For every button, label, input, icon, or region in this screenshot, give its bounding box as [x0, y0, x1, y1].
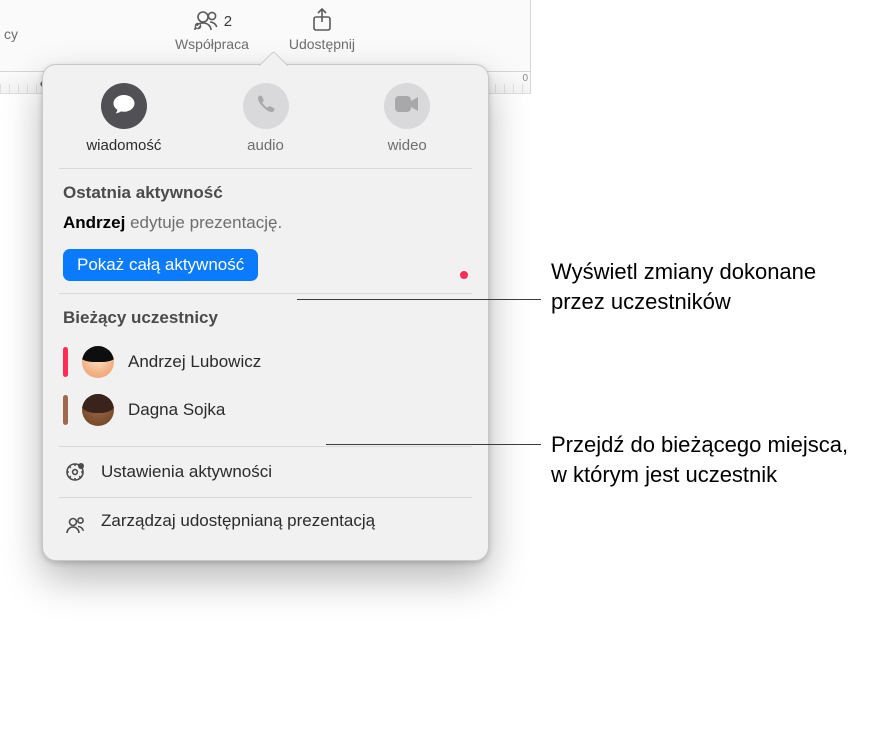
action-audio-label: audio — [247, 137, 284, 154]
activity-avatar[interactable] — [440, 251, 468, 279]
toolbar-collab-label: Współpraca — [175, 36, 249, 52]
menu-activity-settings[interactable]: Ustawienia aktywności — [43, 447, 488, 497]
manage-share-icon — [63, 513, 87, 537]
toolbar-share-label: Udostępnij — [289, 36, 355, 52]
callout-connector — [297, 299, 541, 300]
avatar — [82, 394, 114, 426]
action-message[interactable]: wiadomość — [57, 83, 191, 154]
activity-rest: edytuje prezentację. — [125, 213, 282, 232]
message-icon — [112, 93, 136, 119]
participant-row[interactable]: Andrzej Lubowicz — [63, 338, 468, 386]
avatar — [82, 346, 114, 378]
callout-go-to-participant: Przejdź do bieżącego miejsca, w którym j… — [551, 430, 851, 489]
action-message-label: wiadomość — [86, 137, 161, 154]
phone-icon — [255, 93, 277, 119]
callout-show-changes: Wyświetl zmiany dokonane przez uczestnik… — [551, 257, 841, 316]
participant-name: Andrzej Lubowicz — [128, 352, 261, 372]
ruler-end-label: 0 — [522, 73, 528, 84]
popover-action-row: wiadomość audio wideo — [43, 83, 488, 168]
participants-heading: Bieżący uczestnicy — [63, 308, 468, 328]
collab-count-badge: 2 — [224, 13, 232, 30]
activity-user: Andrzej — [63, 213, 125, 232]
action-video-label: wideo — [388, 137, 427, 154]
toolbar-share[interactable]: Udostępnij — [289, 6, 355, 52]
video-icon — [394, 95, 420, 117]
presence-bar-icon — [63, 347, 68, 377]
truncated-toolbar-label: cy — [0, 26, 18, 42]
show-all-activity-button[interactable]: Pokaż całą aktywność — [63, 249, 258, 281]
share-icon — [311, 7, 333, 36]
menu-activity-settings-label: Ustawienia aktywności — [101, 462, 272, 482]
recent-activity-heading: Ostatnia aktywność — [63, 183, 468, 203]
participant-name: Dagna Sojka — [128, 400, 225, 420]
activity-line: Andrzej edytuje prezentację. — [63, 213, 468, 233]
recent-activity-section: Ostatnia aktywność Andrzej edytuje preze… — [43, 169, 488, 293]
gear-badge-icon — [63, 460, 87, 484]
presence-bar-icon — [63, 395, 68, 425]
menu-manage-shared[interactable]: Zarządzaj udostępnianą prezentacją — [43, 498, 488, 550]
collaboration-popover: wiadomość audio wideo Ostatnia aktywność… — [42, 64, 489, 561]
collaborate-icon — [192, 9, 220, 34]
callout-connector — [326, 444, 541, 445]
action-audio[interactable]: audio — [199, 83, 333, 154]
presence-dot-icon — [458, 269, 470, 281]
participants-section: Bieżący uczestnicy Andrzej Lubowicz Dagn… — [43, 294, 488, 446]
action-video[interactable]: wideo — [340, 83, 474, 154]
menu-manage-shared-label: Zarządzaj udostępnianą prezentacją — [101, 511, 375, 531]
participant-row[interactable]: Dagna Sojka — [63, 386, 468, 434]
toolbar-collaborate[interactable]: 2 Współpraca — [175, 6, 249, 52]
